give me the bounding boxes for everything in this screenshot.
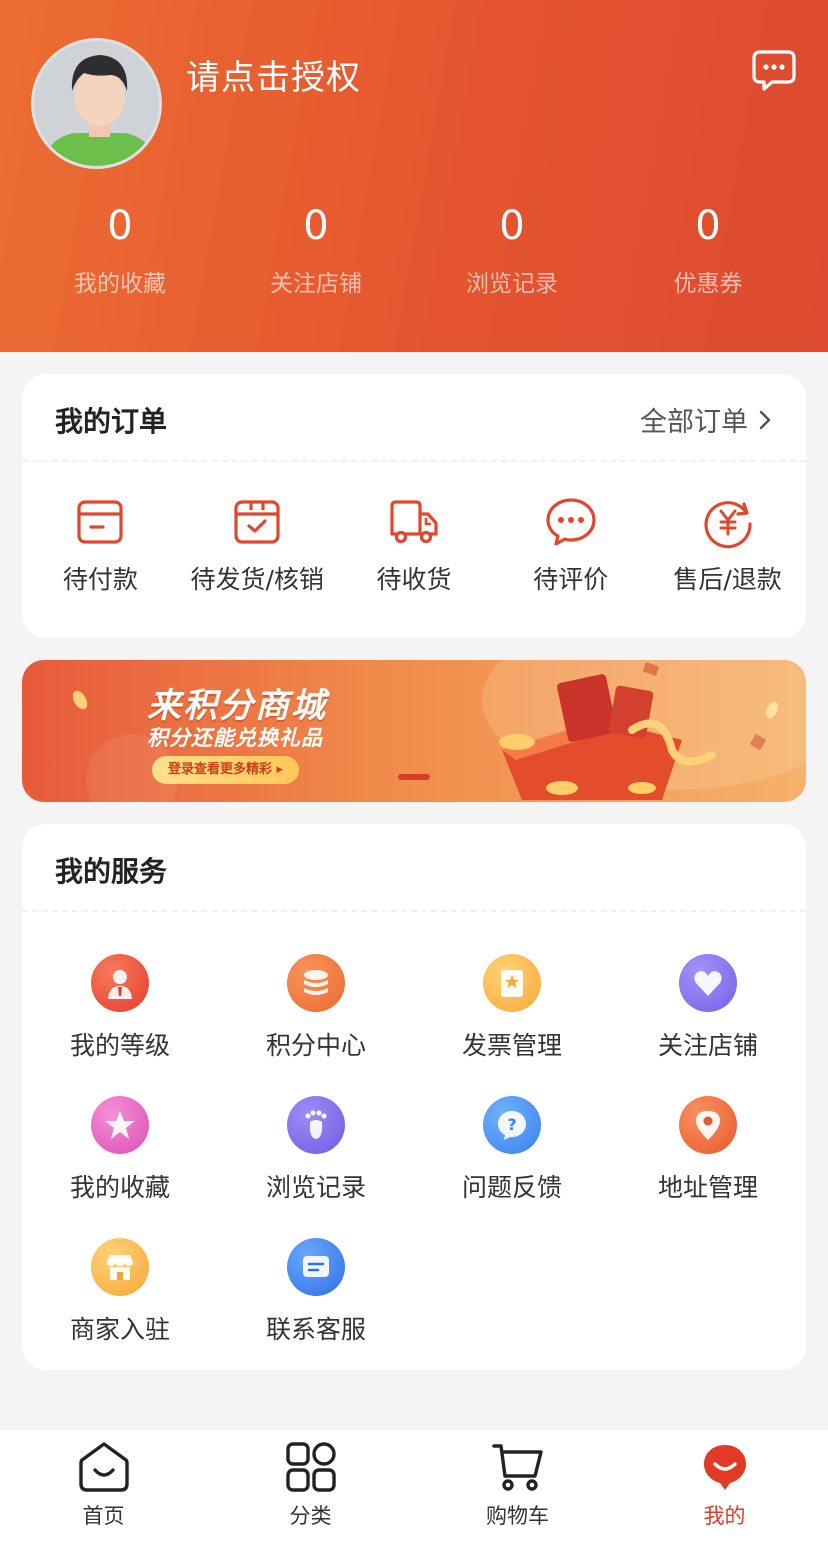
service-chat-icon — [287, 1238, 345, 1296]
stats-row: 0 我的收藏 0 关注店铺 0 浏览记录 0 优惠券 — [22, 200, 806, 298]
stat-value: 0 — [499, 203, 525, 249]
tab-category[interactable]: 分类 — [207, 1430, 414, 1559]
service-label: 问题反馈 — [461, 1173, 562, 1202]
services-card: 我的服务 我的等级 积分中心 发票管理 关注店铺 我的收藏 浏览记录 ? 问题反… — [22, 824, 806, 1370]
service-merchant-join[interactable]: 商家入驻 — [22, 1238, 218, 1380]
service-feedback[interactable]: ? 问题反馈 — [414, 1096, 610, 1238]
wallet-icon — [77, 500, 123, 544]
avatar[interactable] — [31, 38, 162, 169]
service-followed-shops[interactable]: 关注店铺 — [610, 954, 806, 1096]
order-item-label: 待发货/核销 — [190, 565, 324, 594]
profile-icon — [703, 1445, 746, 1490]
banner-button-label: 登录查看更多精彩 — [168, 762, 273, 777]
stat-followed-shops[interactable]: 0 关注店铺 — [218, 200, 414, 298]
stat-history[interactable]: 0 浏览记录 — [414, 200, 610, 298]
order-pending-shipment[interactable]: 待发货/核销 — [179, 494, 336, 596]
heart-icon — [679, 954, 737, 1012]
truck-icon — [390, 500, 438, 544]
banner-title: 来积分商城 — [147, 686, 327, 726]
location-icon — [679, 1096, 737, 1154]
divider — [22, 460, 806, 462]
orders-card: 我的订单 全部订单 待付款 待发货/核销 待收货 待评价 售后/退款 — [22, 374, 806, 638]
tab-cart[interactable]: 购物车 — [414, 1430, 621, 1559]
bottom-tab-bar: 首页 分类 购物车 我的 — [0, 1430, 828, 1559]
avatar-person-icon — [34, 41, 159, 166]
footprint-icon — [287, 1096, 345, 1154]
banner-login-button[interactable]: 登录查看更多精彩 ▸ — [152, 756, 300, 784]
divider — [22, 910, 806, 912]
service-label: 积分中心 — [265, 1031, 366, 1060]
service-invoice[interactable]: 发票管理 — [414, 954, 610, 1096]
order-item-label: 待付款 — [62, 565, 138, 594]
service-grid: 我的等级 积分中心 发票管理 关注店铺 我的收藏 浏览记录 ? 问题反馈 地址管… — [22, 954, 806, 1380]
carousel-indicator — [398, 774, 430, 780]
order-item-label: 售后/退款 — [673, 565, 782, 594]
order-pending-payment[interactable]: 待付款 — [22, 494, 179, 596]
refund-icon — [704, 501, 752, 549]
stat-value: 0 — [107, 203, 133, 249]
tab-home[interactable]: 首页 — [0, 1430, 207, 1559]
service-label: 我的等级 — [69, 1031, 170, 1060]
stat-value: 0 — [695, 203, 721, 249]
orders-title: 我的订单 — [55, 405, 168, 438]
box-check-icon — [234, 500, 280, 544]
service-favorites[interactable]: 我的收藏 — [22, 1096, 218, 1238]
service-label: 关注店铺 — [657, 1031, 758, 1060]
stat-label: 浏览记录 — [466, 271, 558, 297]
service-label: 地址管理 — [657, 1173, 758, 1202]
all-orders-link[interactable]: 全部订单 — [640, 400, 772, 439]
banner-decoration-icon — [72, 660, 806, 802]
svg-text:?: ? — [507, 1115, 516, 1134]
service-label: 商家入驻 — [69, 1315, 170, 1344]
home-icon — [78, 1442, 129, 1492]
question-icon: ? — [483, 1096, 541, 1154]
chevron-right-icon — [759, 410, 771, 429]
tab-label: 首页 — [82, 1504, 125, 1528]
cart-icon — [491, 1444, 543, 1491]
tab-label: 分类 — [289, 1504, 332, 1528]
stat-label: 关注店铺 — [270, 271, 362, 297]
invoice-icon — [483, 954, 541, 1012]
order-status-row: 待付款 待发货/核销 待收货 待评价 售后/退款 — [22, 494, 806, 596]
service-label: 我的收藏 — [69, 1173, 170, 1202]
order-pending-review[interactable]: 待评价 — [492, 494, 649, 596]
service-points-center[interactable]: 积分中心 — [218, 954, 414, 1096]
tab-profile[interactable]: 我的 — [621, 1430, 828, 1559]
order-item-label: 待收货 — [376, 565, 452, 594]
service-label: 发票管理 — [461, 1031, 562, 1060]
stat-label: 我的收藏 — [74, 271, 166, 297]
all-orders-label: 全部订单 — [640, 407, 748, 438]
profile-header: 请点击授权 0 我的收藏 0 关注店铺 0 浏览记录 0 优惠券 — [0, 0, 828, 352]
coins-icon — [287, 954, 345, 1012]
service-address[interactable]: 地址管理 — [610, 1096, 806, 1238]
message-icon[interactable] — [750, 48, 798, 92]
comment-icon — [546, 498, 596, 546]
stat-favorites[interactable]: 0 我的收藏 — [22, 200, 218, 298]
services-title: 我的服务 — [55, 855, 168, 888]
tab-label: 我的 — [703, 1504, 746, 1528]
service-label: 浏览记录 — [265, 1173, 366, 1202]
service-my-level[interactable]: 我的等级 — [22, 954, 218, 1096]
banner-subtitle: 积分还能兑换礼品 — [147, 726, 323, 750]
order-after-sales[interactable]: 售后/退款 — [649, 494, 806, 596]
order-pending-receipt[interactable]: 待收货 — [336, 494, 493, 596]
authorize-prompt[interactable]: 请点击授权 — [186, 50, 361, 99]
category-icon — [285, 1442, 336, 1492]
service-customer-support[interactable]: 联系客服 — [218, 1238, 414, 1380]
stat-value: 0 — [303, 203, 329, 249]
service-label: 联系客服 — [265, 1315, 366, 1344]
level-icon — [91, 954, 149, 1012]
star-icon — [91, 1096, 149, 1154]
service-browse-history[interactable]: 浏览记录 — [218, 1096, 414, 1238]
tab-label: 购物车 — [486, 1504, 549, 1528]
stat-label: 优惠券 — [673, 271, 743, 297]
order-item-label: 待评价 — [533, 565, 609, 594]
points-mall-banner[interactable]: 来积分商城 积分还能兑换礼品 登录查看更多精彩 ▸ — [22, 660, 806, 802]
stat-coupons[interactable]: 0 优惠券 — [610, 200, 806, 298]
shop-icon — [91, 1238, 149, 1296]
